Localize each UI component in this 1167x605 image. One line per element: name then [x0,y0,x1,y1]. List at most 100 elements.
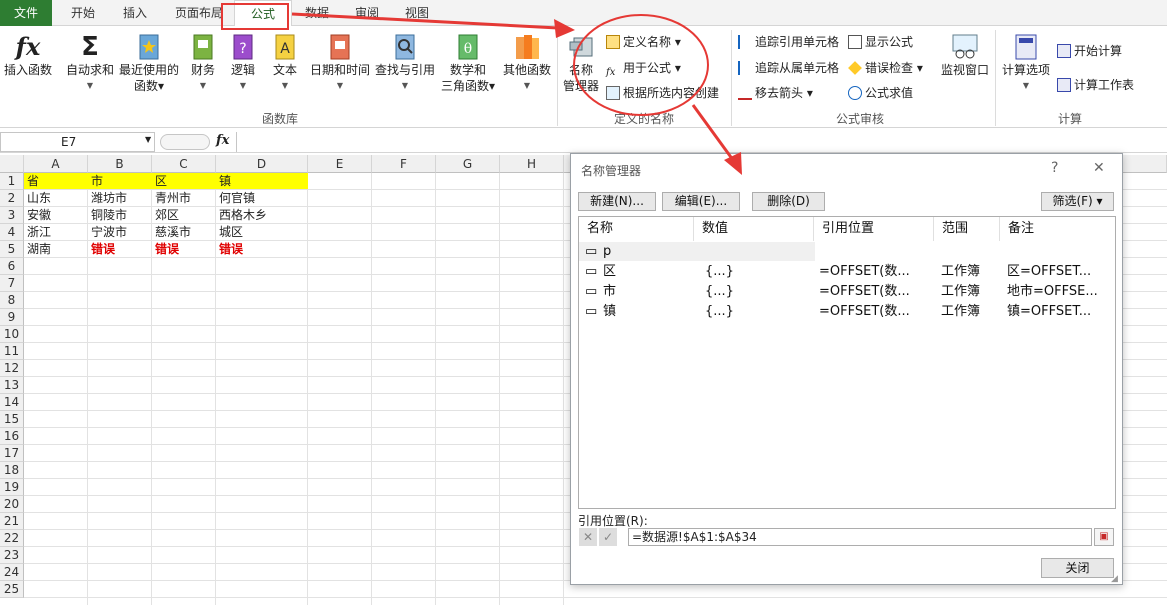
row-header[interactable]: 9 [0,309,24,326]
text-button[interactable]: A 文本 ▼ [268,30,302,94]
define-name-button[interactable]: 定义名称 ▾ [606,33,681,51]
data-cell[interactable]: 慈溪市 [152,224,216,241]
watch-window-button[interactable]: 监视窗口 [938,30,992,78]
col-header-value[interactable]: 数值 [694,217,814,241]
column-header[interactable]: G [436,155,500,173]
header-cell[interactable]: 镇 [216,173,308,190]
data-cell[interactable]: 郊区 [152,207,216,224]
data-cell[interactable]: 浙江 [24,224,88,241]
row-header[interactable]: 17 [0,445,24,462]
header-cell[interactable]: 省 [24,173,88,190]
row-header[interactable]: 6 [0,258,24,275]
list-item[interactable]: ▭ p [579,242,815,261]
tab-file[interactable]: 文件 [0,0,52,26]
trace-precedents-button[interactable]: 追踪引用单元格 [738,33,839,51]
close-icon[interactable]: ✕ [1093,160,1105,176]
datetime-button[interactable]: 日期和时间 ▼ [308,30,372,94]
remove-arrows-button[interactable]: 移去箭头 ▾ [738,84,813,102]
show-formulas-button[interactable]: 显示公式 [848,33,913,51]
tab-review[interactable]: 审阅 [344,0,390,26]
data-cell[interactable]: 何官镇 [216,190,308,207]
finance-button[interactable]: 财务 ▼ [186,30,220,94]
row-header[interactable]: 5 [0,241,24,258]
row-header[interactable]: 20 [0,496,24,513]
close-button[interactable]: 关闭 [1041,558,1114,578]
tab-view[interactable]: 视图 [394,0,440,26]
col-header-scope[interactable]: 范围 [934,217,1000,241]
row-header[interactable]: 23 [0,547,24,564]
data-cell[interactable]: 青州市 [152,190,216,207]
evaluate-formula-button[interactable]: 公式求值 [848,84,913,102]
data-cell[interactable]: 错误 [216,241,308,258]
data-cell[interactable]: 错误 [88,241,152,258]
chevron-down-icon[interactable]: ▼ [145,135,151,144]
row-header[interactable]: 14 [0,394,24,411]
row-header[interactable]: 21 [0,513,24,530]
column-header[interactable]: E [308,155,372,173]
row-header[interactable]: 18 [0,462,24,479]
row-header[interactable]: 1 [0,173,24,190]
error-check-button[interactable]: 错误检查 ▾ [848,59,923,77]
data-cell[interactable]: 西格木乡 [216,207,308,224]
row-header[interactable]: 4 [0,224,24,241]
ref-input[interactable]: =数据源!$A$1:$A$34 [628,528,1092,546]
confirm-edit-icon[interactable]: ✓ [599,528,617,546]
row-header[interactable]: 2 [0,190,24,207]
math-button[interactable]: θ 数学和 三角函数▾ [440,30,496,94]
resize-grip-icon[interactable]: ◢ [1111,574,1118,584]
fx-icon[interactable]: fx [216,133,229,148]
use-in-formula-button[interactable]: fx 用于公式 ▾ [606,59,681,78]
data-cell[interactable]: 山东 [24,190,88,207]
data-cell[interactable]: 潍坊市 [88,190,152,207]
row-header[interactable]: 11 [0,343,24,360]
column-header[interactable]: H [500,155,564,173]
tab-formulas[interactable]: 公式 [234,0,292,27]
row-header[interactable]: 13 [0,377,24,394]
row-header[interactable]: 7 [0,275,24,292]
col-header-ref[interactable]: 引用位置 [814,217,934,241]
column-header[interactable]: D [216,155,308,173]
data-cell[interactable]: 错误 [152,241,216,258]
row-header[interactable]: 12 [0,360,24,377]
edit-button[interactable]: 编辑(E)... [662,192,740,211]
row-header[interactable]: 3 [0,207,24,224]
list-item[interactable]: ▭ 镇 {...} =OFFSET(数... 工作簿 镇=OFFSET... [579,302,1115,321]
data-cell[interactable]: 城区 [216,224,308,241]
delete-button[interactable]: 删除(D) [752,192,825,211]
column-header[interactable]: B [88,155,152,173]
select-all-corner[interactable] [0,155,24,173]
recent-functions-button[interactable]: 最近使用的 函数▾ [118,30,180,94]
row-header[interactable]: 22 [0,530,24,547]
create-from-selection-button[interactable]: 根据所选内容创建 [606,84,719,102]
collapse-dialog-icon[interactable]: ▣ [1094,528,1114,546]
logic-button[interactable]: ? 逻辑 ▼ [226,30,260,94]
tab-page-layout[interactable]: 页面布局 [166,0,232,26]
name-box[interactable]: E7 [0,132,155,152]
data-cell[interactable]: 安徽 [24,207,88,224]
other-functions-button[interactable]: 其他函数 ▼ [500,30,554,94]
row-header[interactable]: 8 [0,292,24,309]
row-header[interactable]: 16 [0,428,24,445]
new-button[interactable]: 新建(N)... [578,192,656,211]
formula-bar-handle[interactable] [160,134,210,150]
list-item[interactable]: ▭ 区 {...} =OFFSET(数... 工作簿 区=OFFSET... [579,262,1115,281]
data-cell[interactable]: 铜陵市 [88,207,152,224]
tab-insert[interactable]: 插入 [112,0,158,26]
lookup-button[interactable]: 查找与引用 ▼ [374,30,436,94]
cancel-edit-icon[interactable]: ✕ [579,528,597,546]
tab-home[interactable]: 开始 [60,0,106,26]
col-header-note[interactable]: 备注 [1000,217,1115,241]
formula-input[interactable] [236,132,1167,152]
calc-now-button[interactable]: 开始计算 [1057,42,1122,60]
trace-dependents-button[interactable]: 追踪从属单元格 [738,59,839,77]
calc-options-button[interactable]: 计算选项 ▼ [1000,30,1052,94]
autosum-button[interactable]: Σ 自动求和 ▼ [64,30,116,94]
header-cell[interactable]: 区 [152,173,216,190]
filter-button[interactable]: 筛选(F) ▾ [1041,192,1114,211]
row-header[interactable]: 15 [0,411,24,428]
insert-function-button[interactable]: fx 插入函数 [2,30,54,78]
tab-data[interactable]: 数据 [294,0,340,26]
data-cell[interactable]: 宁波市 [88,224,152,241]
header-cell[interactable]: 市 [88,173,152,190]
data-cell[interactable]: 湖南 [24,241,88,258]
